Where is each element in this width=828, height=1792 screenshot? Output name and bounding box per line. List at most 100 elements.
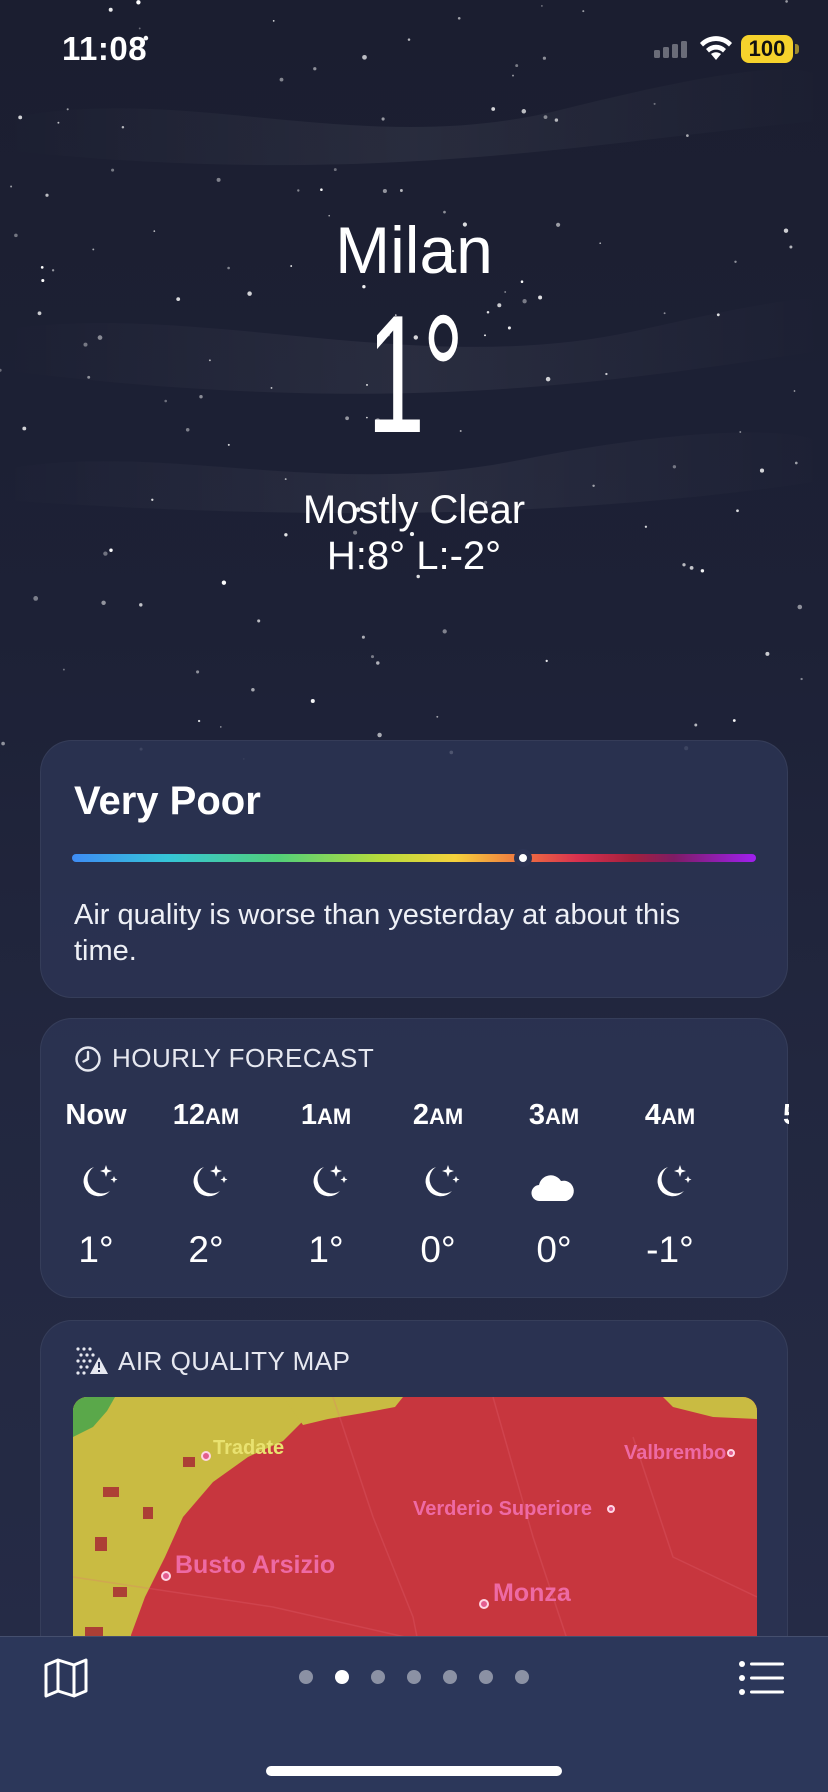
hour-temperature: 1°: [308, 1229, 344, 1270]
star: [543, 115, 548, 119]
hour-label: 12AM: [151, 1099, 261, 1139]
star: [653, 102, 656, 105]
hour-label-suffix: AM: [316, 1104, 352, 1129]
star: [377, 732, 382, 738]
moon-stars-icon: [313, 1165, 348, 1197]
page-dot[interactable]: [335, 1670, 349, 1684]
star: [310, 698, 315, 704]
hour-column: 3AM 0°: [499, 1099, 609, 1271]
hour-label-value: 4: [644, 1099, 661, 1131]
air-quality-map-title: AIR QUALITY MAP: [118, 1345, 351, 1376]
page-dot[interactable]: [515, 1670, 529, 1684]
weather-condition: Mostly Clear: [302, 488, 526, 532]
page-dot[interactable]: [479, 1670, 493, 1684]
star: [139, 603, 143, 607]
page-dot[interactable]: [407, 1670, 421, 1684]
page-dot[interactable]: [299, 1670, 313, 1684]
home-indicator[interactable]: [266, 1766, 562, 1776]
star: [800, 677, 803, 681]
hourly-forecast-title: HOURLY FORECAST: [112, 1043, 375, 1073]
status-bar: 11:08 100: [0, 0, 828, 100]
star: [592, 484, 595, 488]
map-label-tradate[interactable]: Tradate: [213, 1437, 284, 1460]
map-label-valbrembo[interactable]: Valbrembo: [624, 1442, 726, 1465]
moon-stars-icon: [83, 1165, 118, 1197]
cloud-moon-icon: [531, 1163, 575, 1202]
hour-temperature: 1°: [78, 1229, 114, 1270]
star: [10, 185, 13, 188]
star: [521, 109, 527, 114]
hour-column: 12AM 2°: [151, 1099, 261, 1271]
hour-label-value: Now: [65, 1099, 127, 1131]
star: [284, 478, 287, 481]
air-quality-icon: [76, 1347, 108, 1375]
hour-column: 2AM 0°: [383, 1099, 493, 1271]
cellular-signal-icon: [654, 41, 687, 58]
star: [221, 580, 227, 585]
map-dot-tradate: [201, 1451, 211, 1461]
list-icon[interactable]: [738, 1660, 784, 1696]
star: [672, 465, 677, 469]
air-quality-description: Air quality is worse than yesterday at a…: [74, 899, 681, 967]
map-dot-monza: [479, 1599, 489, 1609]
star: [197, 719, 201, 723]
page-dot[interactable]: [371, 1670, 385, 1684]
star: [442, 629, 447, 634]
star: [219, 726, 222, 728]
star: [257, 619, 261, 623]
star: [686, 134, 689, 137]
moon-stars-icon: [425, 1165, 460, 1197]
current-temperature-value: 1°: [366, 280, 464, 468]
star: [554, 118, 559, 122]
hour-label-value: 1: [300, 1099, 317, 1131]
star: [216, 177, 221, 182]
clock-icon: [75, 1045, 101, 1072]
map-label-monza[interactable]: Monza: [493, 1579, 571, 1608]
star: [794, 461, 798, 465]
star: [797, 604, 803, 610]
star: [381, 117, 385, 121]
page-indicator[interactable]: [0, 1670, 828, 1684]
star: [765, 651, 770, 656]
star: [732, 719, 736, 722]
star: [320, 188, 323, 191]
map-label-verderio-superiore[interactable]: Verderio Superiore: [413, 1498, 592, 1521]
status-time: 11:08: [62, 30, 148, 67]
star: [333, 168, 337, 172]
high-low-temperature: H:8° L:-2°: [326, 534, 502, 578]
star: [45, 193, 49, 197]
hour-temperature: 0°: [420, 1229, 456, 1270]
hour-label: 3AM: [499, 1099, 609, 1139]
star: [694, 723, 698, 727]
current-temperature: 1°: [0, 290, 828, 458]
star: [382, 188, 387, 194]
star: [491, 107, 496, 111]
hourly-forecast-card[interactable]: HOURLY FORECAST 5 Now1°12AM2°1AM1°2AM0°3…: [40, 1018, 789, 1298]
star: [66, 108, 69, 111]
star: [759, 468, 765, 473]
hour-label-value: 3: [528, 1099, 545, 1131]
star: [18, 115, 23, 120]
star: [251, 688, 255, 692]
air-quality-map-header: AIR QUALITY MAP: [74, 1345, 350, 1377]
moon-stars-icon: [193, 1165, 228, 1197]
air-quality-card[interactable]: Very Poor Air quality is worse than yest…: [40, 740, 788, 998]
hour-label-suffix: AM: [544, 1104, 580, 1129]
star: [361, 635, 365, 639]
page-dot[interactable]: [443, 1670, 457, 1684]
star: [111, 168, 115, 172]
star: [62, 668, 65, 671]
map-label-busto-arsizio[interactable]: Busto Arsizio: [175, 1551, 335, 1580]
star: [101, 600, 106, 606]
hour-temperature: -1°: [646, 1229, 694, 1270]
hour-label-value: 2: [412, 1099, 429, 1131]
hour-label-suffix: AM: [660, 1104, 696, 1129]
star: [33, 596, 39, 601]
map-dot-valbrembo: [727, 1449, 735, 1457]
hour-column-peek: 5: [783, 1099, 789, 1132]
hour-temperature: 2°: [188, 1229, 224, 1270]
air-quality-level: Very Poor: [74, 779, 261, 823]
hour-label-value: 12: [172, 1099, 206, 1131]
hour-label: 2AM: [383, 1099, 493, 1139]
air-quality-scale: [72, 854, 756, 862]
